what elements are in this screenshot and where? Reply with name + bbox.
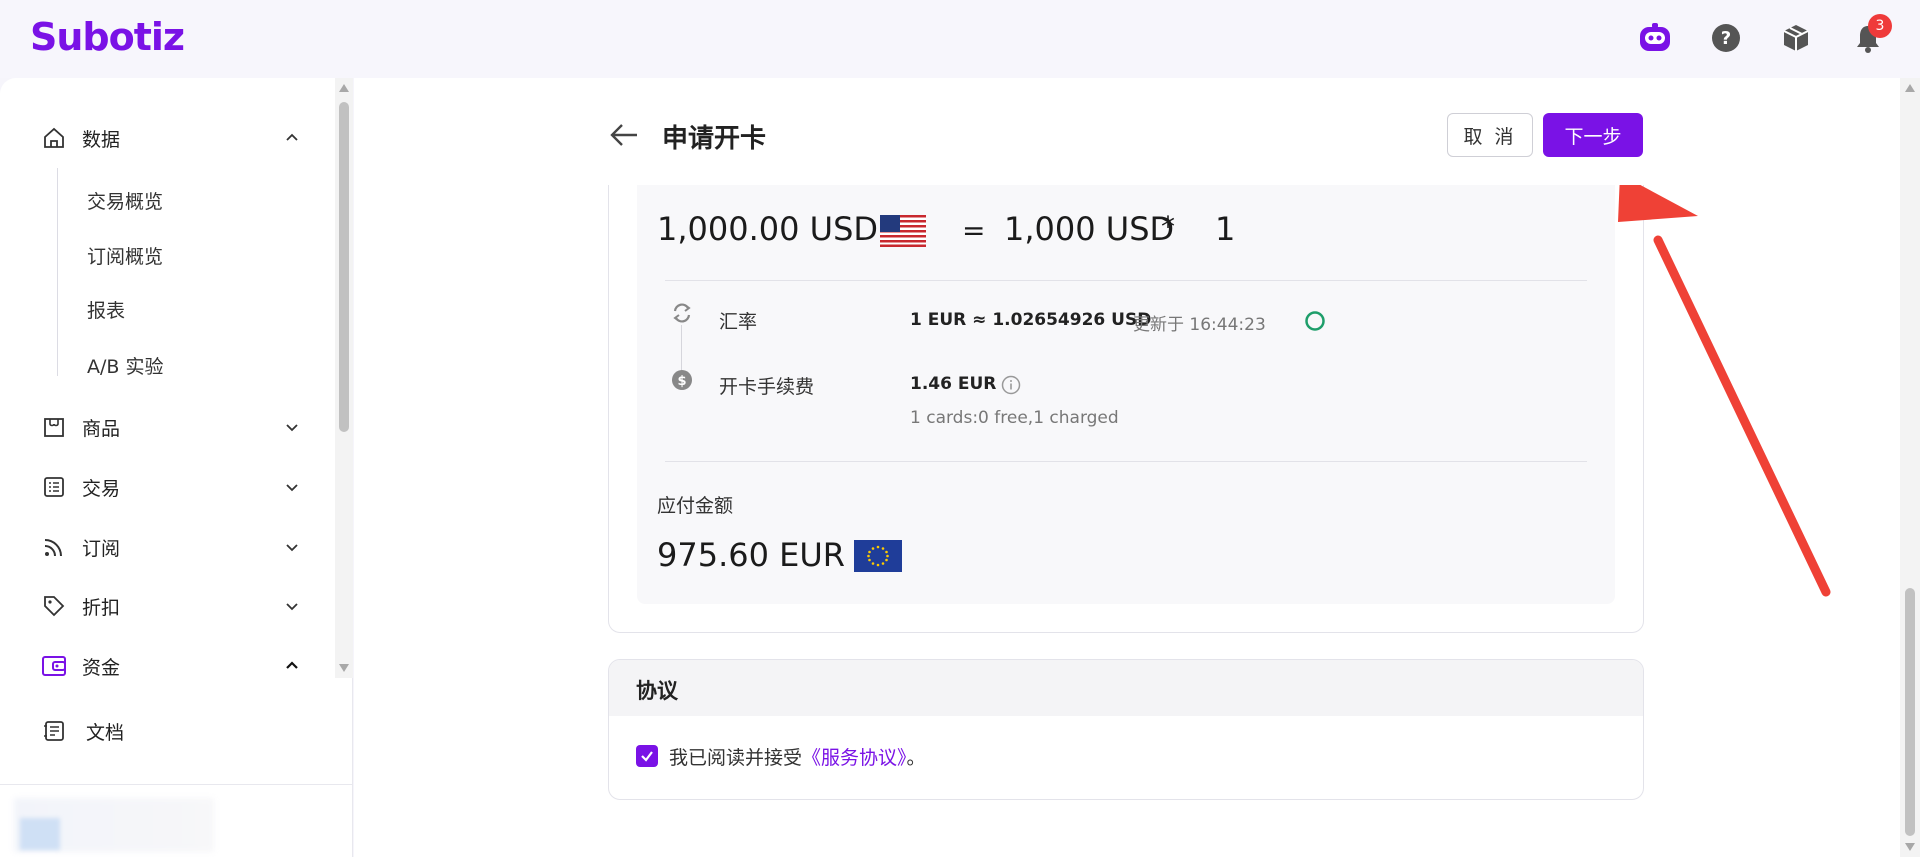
scroll-thumb[interactable] <box>1905 588 1915 836</box>
times-sign: * <box>1161 210 1175 243</box>
annotation-arrow-icon <box>1618 174 1831 597</box>
sidebar-footer-divider <box>0 784 353 785</box>
sidebar-item-funds[interactable]: 资金 <box>40 646 300 686</box>
agreement-text: 我已阅读并接受《服务协议》。 <box>669 743 926 770</box>
per-card-amount: 1,000 USD <box>1004 210 1175 248</box>
agreement-panel: 协议 我已阅读并接受《服务协议》。 <box>608 659 1644 800</box>
sidebar-item-label: 商品 <box>82 417 121 440</box>
agreement-title: 协议 <box>636 679 678 703</box>
sidebar-subitem-trade-overview[interactable]: 交易概览 <box>87 187 163 214</box>
sidebar-item-label: 文档 <box>86 721 125 744</box>
sidebar-subitem-reports[interactable]: 报表 <box>87 296 125 323</box>
sidebar-item-data[interactable]: 数据 <box>40 118 300 158</box>
sidebar-item-label: 数据 <box>82 128 121 151</box>
logo[interactable]: Subotiz <box>30 15 185 59</box>
blurred-avatar <box>20 818 60 850</box>
top-bar: Subotiz ? 3 <box>0 0 1920 78</box>
rate-updated: 更新于 16:44:23 <box>1133 315 1266 335</box>
card-summary-panel: 1,000.00 USD = 1,000 USD * 1 汇率 1 EUR ≈ <box>608 150 1644 633</box>
eu-flag-icon <box>854 540 902 576</box>
notification-badge: 3 <box>1868 14 1892 38</box>
payable-amount: 975.60 EUR <box>657 536 846 574</box>
next-step-button[interactable]: 下一步 <box>1543 113 1643 157</box>
dollar-icon: $ <box>671 369 693 395</box>
agreement-suffix: 。 <box>906 747 926 769</box>
agreement-statement: 我已阅读并接受 <box>669 747 803 769</box>
divider <box>665 461 1587 462</box>
rss-icon <box>40 533 68 561</box>
shop-icon <box>40 413 68 441</box>
sidebar-subitem-subscription-overview[interactable]: 订阅概览 <box>87 242 163 269</box>
scroll-down-icon[interactable] <box>339 664 349 672</box>
fee-label: 开卡手续费 <box>719 376 815 398</box>
chevron-down-icon <box>284 418 300 440</box>
home-icon <box>40 124 68 152</box>
exchange-icon <box>671 302 693 328</box>
fee-value: 1.46 EUR <box>910 374 997 394</box>
back-arrow-icon[interactable] <box>609 122 639 152</box>
scroll-up-icon[interactable] <box>339 84 349 92</box>
sidebar-item-transactions[interactable]: 交易 <box>40 467 300 507</box>
chevron-up-icon <box>284 657 300 679</box>
bell-icon[interactable]: 3 <box>1850 14 1892 56</box>
chevron-up-icon <box>284 129 300 151</box>
us-flag-icon <box>880 215 926 251</box>
page-header: 申请开卡 取 消 下一步 <box>354 100 1900 185</box>
divider <box>665 280 1587 281</box>
scroll-down-icon[interactable] <box>1905 843 1915 851</box>
fee-detail: 1 cards:0 free,1 charged <box>910 408 1119 428</box>
card-count: 1 <box>1215 210 1236 248</box>
main-scrollbar[interactable] <box>1900 78 1920 857</box>
refresh-progress-icon[interactable] <box>1304 310 1326 336</box>
sidebar-item-label: 资金 <box>82 656 121 679</box>
svg-text:$: $ <box>677 374 686 389</box>
wallet-icon <box>40 652 68 680</box>
info-icon[interactable] <box>1001 375 1021 399</box>
svg-text:?: ? <box>1721 28 1731 49</box>
summary-box: 1,000.00 USD = 1,000 USD * 1 汇率 1 EUR ≈ <box>637 150 1615 604</box>
doc-icon <box>40 717 68 745</box>
agreement-header: 协议 <box>609 660 1643 716</box>
chevron-down-icon <box>284 597 300 619</box>
chevron-down-icon <box>284 538 300 560</box>
chevron-down-icon <box>284 478 300 500</box>
scroll-thumb[interactable] <box>339 102 349 432</box>
sidebar-item-products[interactable]: 商品 <box>40 407 300 447</box>
package-icon[interactable] <box>1778 20 1814 56</box>
agreement-checkbox[interactable] <box>636 745 658 767</box>
rate-value: 1 EUR ≈ 1.02654926 USD <box>910 310 1152 330</box>
tag-icon <box>40 592 68 620</box>
rate-label: 汇率 <box>719 311 758 333</box>
equals-sign: = <box>962 214 986 247</box>
list-icon <box>40 473 68 501</box>
page-title: 申请开卡 <box>662 124 767 154</box>
sidebar-item-label: 订阅 <box>82 537 121 560</box>
sidebar-subitem-ab-test[interactable]: A/B 实验 <box>87 352 163 379</box>
sidebar-scrollbar[interactable] <box>335 78 353 678</box>
cancel-button[interactable]: 取 消 <box>1447 113 1533 157</box>
sidebar-item-label: 交易 <box>82 477 121 500</box>
sidebar-item-discounts[interactable]: 折扣 <box>40 586 300 626</box>
ai-assistant-icon[interactable] <box>1637 20 1673 56</box>
payable-label: 应付金额 <box>657 495 734 517</box>
help-icon[interactable]: ? <box>1708 20 1744 56</box>
sidebar-item-subscriptions[interactable]: 订阅 <box>40 527 300 567</box>
card-amount: 1,000.00 USD <box>657 210 879 248</box>
submenu-line <box>57 168 58 376</box>
sidebar-item-label: 折扣 <box>82 596 121 619</box>
sidebar-item-docs[interactable]: 文档 <box>40 711 300 751</box>
scroll-up-icon[interactable] <box>1905 84 1915 92</box>
service-agreement-link[interactable]: 《服务协议》 <box>802 747 907 769</box>
